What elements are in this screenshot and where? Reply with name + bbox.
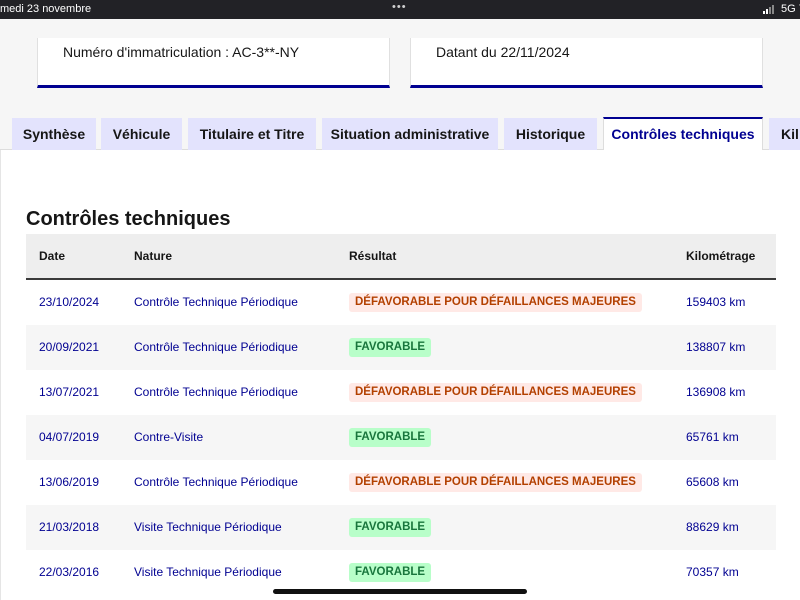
table-row: 21/03/2018 Visite Technique Périodique F… xyxy=(26,505,776,550)
status-date: medi 23 novembre xyxy=(0,3,92,15)
report-date: Datant du 22/11/2024 xyxy=(436,44,570,60)
row-mileage: 65761 km xyxy=(686,430,739,444)
row-date: 13/07/2021 xyxy=(39,385,100,399)
result-badge: DÉFAVORABLE POUR DÉFAILLANCES MAJEURES xyxy=(349,473,642,492)
table-row: 20/09/2021 Contrôle Technique Périodique… xyxy=(26,325,776,370)
row-date: 21/03/2018 xyxy=(39,520,100,534)
home-indicator[interactable] xyxy=(273,589,527,594)
row-mileage: 138807 km xyxy=(686,340,746,354)
row-nature: Visite Technique Périodique xyxy=(134,565,282,579)
column-header-mileage: Kilométrage xyxy=(686,249,756,263)
row-date: 22/03/2016 xyxy=(39,565,100,579)
tab-bar: Synthèse Véhicule Titulaire et Titre Sit… xyxy=(0,117,800,151)
row-mileage: 136908 km xyxy=(686,385,746,399)
row-date: 04/07/2019 xyxy=(39,430,100,444)
column-header-result: Résultat xyxy=(349,249,397,263)
row-nature: Contrôle Technique Périodique xyxy=(134,295,298,309)
table-row: 04/07/2019 Contre-Visite FAVORABLE 65761… xyxy=(26,415,776,460)
inspections-table: Date Nature Résultat Kilométrage 23/10/2… xyxy=(26,234,776,595)
row-mileage: 65608 km xyxy=(686,475,739,489)
tab-panel: Contrôles techniques Date Nature Résulta… xyxy=(0,150,800,600)
row-date: 23/10/2024 xyxy=(39,295,100,309)
vehicle-summary-area: Numéro d'immatriculation : AC-3**-NY Dat… xyxy=(0,19,800,117)
row-nature: Contrôle Technique Périodique xyxy=(134,475,298,489)
row-mileage: 159403 km xyxy=(686,295,746,309)
registration-card: Numéro d'immatriculation : AC-3**-NY xyxy=(37,38,390,88)
multitasking-dots-icon[interactable]: ••• xyxy=(392,1,407,13)
row-mileage: 70357 km xyxy=(686,565,739,579)
row-date: 20/09/2021 xyxy=(39,340,100,354)
signal-strength-icon xyxy=(763,5,777,14)
tab-situation-administrative[interactable]: Situation administrative xyxy=(322,118,498,150)
tab-synthese[interactable]: Synthèse xyxy=(12,118,96,150)
tab-controles-techniques[interactable]: Contrôles techniques xyxy=(603,117,763,151)
tab-titulaire-et-titre[interactable]: Titulaire et Titre xyxy=(188,118,316,150)
result-badge: FAVORABLE xyxy=(349,428,432,447)
row-nature: Contrôle Technique Périodique xyxy=(134,340,298,354)
result-badge: DÉFAVORABLE POUR DÉFAILLANCES MAJEURES xyxy=(349,383,642,402)
network-indicator: 5G 7 xyxy=(781,3,800,15)
result-badge: FAVORABLE xyxy=(349,518,432,537)
row-mileage: 88629 km xyxy=(686,520,739,534)
tab-kilometrage[interactable]: Kil xyxy=(769,118,800,150)
result-badge: DÉFAVORABLE POUR DÉFAILLANCES MAJEURES xyxy=(349,293,642,312)
result-badge: FAVORABLE xyxy=(349,338,432,357)
table-row: 13/07/2021 Contrôle Technique Périodique… xyxy=(26,370,776,415)
column-header-nature: Nature xyxy=(134,249,173,263)
report-date-card: Datant du 22/11/2024 xyxy=(410,38,763,88)
row-nature: Contrôle Technique Périodique xyxy=(134,385,298,399)
table-header: Date Nature Résultat Kilométrage xyxy=(26,234,776,280)
table-row: 13/06/2019 Contrôle Technique Périodique… xyxy=(26,460,776,505)
row-date: 13/06/2019 xyxy=(39,475,100,489)
section-title: Contrôles techniques xyxy=(26,208,231,230)
registration-number: Numéro d'immatriculation : AC-3**-NY xyxy=(63,44,300,60)
row-nature: Contre-Visite xyxy=(134,430,204,444)
tab-historique[interactable]: Historique xyxy=(504,118,597,150)
tab-vehicule[interactable]: Véhicule xyxy=(101,118,182,150)
table-row: 23/10/2024 Contrôle Technique Périodique… xyxy=(26,280,776,325)
column-header-date: Date xyxy=(39,249,66,263)
status-bar: medi 23 novembre ••• 5G 7 xyxy=(0,0,800,19)
row-nature: Visite Technique Périodique xyxy=(134,520,282,534)
result-badge: FAVORABLE xyxy=(349,563,432,582)
